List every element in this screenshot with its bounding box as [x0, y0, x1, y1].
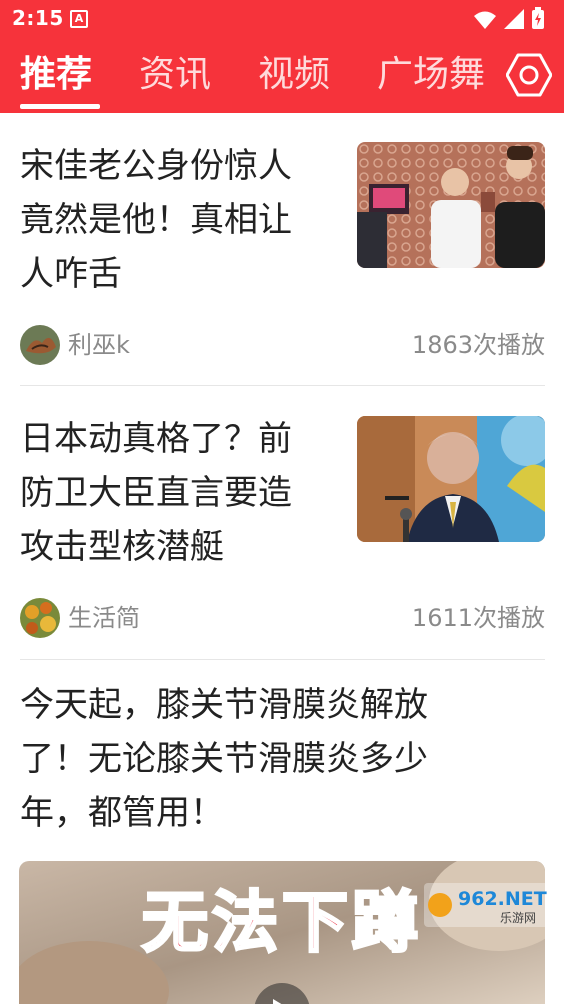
card-title-line: 竟然是他！真相让 [20, 200, 292, 240]
play-count: 1863次播放 [411, 331, 545, 359]
active-tab-indicator [20, 104, 100, 109]
author-avatar[interactable] [20, 598, 60, 638]
status-bar: 2:15 A [0, 0, 564, 38]
card-title-line: 防卫大臣直言要造 [20, 473, 292, 513]
signal-icon [504, 9, 524, 29]
card-title-line: 人咋舌 [20, 254, 122, 294]
card-title[interactable]: 宋佳老公身份惊人 竟然是他！真相让 人咋舌 [20, 139, 292, 301]
category-tabs: 推荐 资讯 视频 广场舞 [0, 38, 564, 113]
card-title-line: 日本动真格了？前 [20, 419, 292, 459]
news-card[interactable]: 宋佳老公身份惊人 竟然是他！真相让 人咋舌 利巫k 1863次播放 [0, 113, 564, 386]
notification-icon: A [70, 10, 88, 28]
video-caption: 无法下蹲 [141, 883, 422, 963]
card-thumbnail[interactable] [357, 142, 545, 268]
settings-hexagon-icon[interactable] [506, 52, 552, 98]
news-card[interactable]: 日本动真格了？前 防卫大臣直言要造 攻击型核潜艇 生活简 1611次播放 [0, 386, 564, 660]
play-count: 1611次播放 [411, 604, 545, 632]
status-icons [474, 7, 544, 29]
tab-video[interactable]: 视频 [258, 52, 330, 98]
watermark-subtitle: 乐游网 [500, 911, 536, 925]
card-thumbnail[interactable] [357, 416, 545, 542]
wifi-icon [474, 11, 496, 29]
status-time: 2:15 [12, 6, 64, 30]
card-title-line: 宋佳老公身份惊人 [20, 146, 292, 186]
tab-news[interactable]: 资讯 [139, 52, 211, 98]
card-title-line: 了！无论膝关节滑膜炎多少 [20, 739, 428, 779]
watermark-brand: 962.NET [458, 888, 547, 910]
card-title-line: 今天起，膝关节滑膜炎解放 [20, 685, 428, 725]
card-title-line: 年，都管用！ [20, 793, 224, 833]
card-title-line: 攻击型核潜艇 [20, 527, 224, 567]
author-avatar[interactable] [20, 325, 60, 365]
card-title[interactable]: 日本动真格了？前 防卫大臣直言要造 攻击型核潜艇 [20, 412, 292, 574]
battery-icon [532, 7, 544, 29]
author-name[interactable]: 利巫k [68, 325, 130, 365]
card-title[interactable]: 今天起，膝关节滑膜炎解放 了！无论膝关节滑膜炎多少 年，都管用！ [20, 678, 428, 840]
app-header: 2:15 A 推荐 资讯 视频 广场舞 [0, 0, 564, 113]
tab-recommended[interactable]: 推荐 [20, 52, 92, 98]
tab-square-dance[interactable]: 广场舞 [377, 52, 485, 98]
watermark-logo: 962.NET 乐游网 [424, 883, 554, 927]
author-name[interactable]: 生活简 [68, 598, 140, 638]
news-feed[interactable]: 宋佳老公身份惊人 竟然是他！真相让 人咋舌 利巫k 1863次播放 日本动真格了… [0, 113, 564, 1004]
